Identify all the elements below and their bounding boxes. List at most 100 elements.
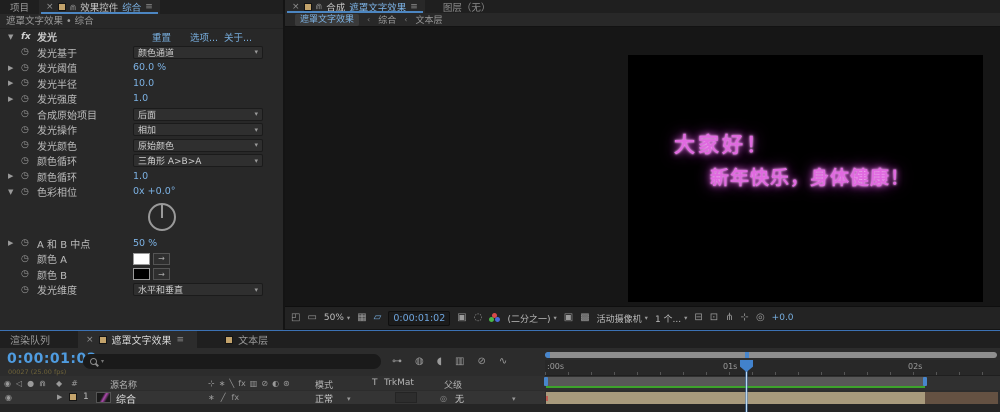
color-swatch[interactable]	[133, 268, 150, 281]
expander-icon[interactable]: ▶	[8, 95, 21, 103]
snapshot-views-icon[interactable]: ◰	[291, 313, 300, 323]
effects-switch-icon[interactable]: fx	[232, 393, 240, 402]
expander-icon[interactable]: ▼	[8, 188, 21, 196]
graph-editor-icon[interactable]: ∿	[499, 356, 507, 367]
time-navigator-bar[interactable]	[545, 352, 997, 358]
show-snapshot-icon[interactable]: ◌	[474, 313, 483, 323]
stopwatch-icon[interactable]: ◷	[21, 63, 37, 73]
about-link[interactable]: 关于...	[224, 30, 252, 44]
property-value[interactable]: 1.0	[133, 171, 148, 182]
work-area-bar[interactable]	[546, 377, 925, 386]
property-dropdown[interactable]: 颜色通道 ▾	[133, 45, 263, 59]
column-mode[interactable]: 模式	[315, 378, 333, 391]
close-icon[interactable]: ×	[292, 2, 300, 12]
tab-text-layer-comp[interactable]: 文本层	[225, 332, 268, 347]
time-ruler[interactable]: :00s 01s 02s	[545, 360, 1000, 376]
panel-menu-icon[interactable]: ≡	[177, 335, 185, 345]
panel-menu-icon[interactable]: ≡	[145, 2, 153, 12]
property-dropdown[interactable]: 后面 ▾	[133, 107, 263, 121]
stopwatch-icon[interactable]: ◷	[21, 94, 37, 104]
stopwatch-icon[interactable]: ◷	[21, 125, 37, 135]
magnification-select[interactable]: 50% ▾	[324, 313, 350, 323]
breadcrumb-parent[interactable]: 综合	[378, 13, 396, 26]
view-layout-icon[interactable]: ⊟	[694, 313, 702, 323]
property-dropdown[interactable]: 三角形 A>B>A ▾	[133, 154, 263, 168]
options-link[interactable]: 选项...	[190, 30, 218, 44]
expander-icon[interactable]: ▶	[8, 172, 21, 180]
expander-icon[interactable]: ▼	[8, 33, 21, 41]
timeline-search-input[interactable]: ▾	[83, 354, 381, 369]
snapshot-camera-icon[interactable]: ▣	[457, 313, 466, 323]
column-t[interactable]: T	[372, 378, 378, 388]
tab-effect-controls[interactable]: × ⋒ 效果控件 综合 ≡	[39, 0, 160, 14]
stopwatch-icon[interactable]: ◷	[21, 285, 37, 295]
audio-icon[interactable]: ◁	[16, 379, 22, 388]
layer-visibility-eye-icon[interactable]: ◉	[5, 393, 12, 402]
breadcrumb-leaf[interactable]: 文本层	[415, 13, 442, 26]
grid-guides-icon[interactable]: ▦	[357, 313, 366, 323]
glow-effect-header[interactable]: ▼ fx 发光 重置 选项... 关于...	[0, 29, 283, 45]
eyedropper-icon[interactable]: →	[153, 268, 170, 281]
expander-icon[interactable]: ▶	[8, 79, 21, 87]
pickwhip-icon[interactable]: ◎	[440, 394, 447, 403]
lock-icon[interactable]: ⋒	[39, 379, 46, 388]
transparency-grid-icon[interactable]: ▩	[580, 313, 589, 323]
property-dropdown[interactable]: 水平和垂直 ▾	[133, 283, 263, 297]
mini-flowchart-icon[interactable]: ⊹	[741, 313, 749, 323]
column-source-name[interactable]: 源名称	[110, 378, 137, 391]
comp-mini-flowchart-icon[interactable]: ⊶	[392, 356, 402, 367]
close-icon[interactable]: ×	[46, 2, 54, 12]
stopwatch-icon[interactable]: ◷	[21, 238, 37, 248]
work-area-end-handle[interactable]	[923, 377, 927, 386]
stopwatch-icon[interactable]: ◷	[21, 47, 37, 57]
motion-blur-icon[interactable]: ⊘	[477, 356, 485, 367]
stopwatch-icon[interactable]: ◷	[21, 109, 37, 119]
work-area-start-handle[interactable]	[544, 377, 548, 386]
expander-icon[interactable]: ▶	[8, 239, 21, 247]
eyedropper-icon[interactable]: →	[153, 252, 170, 265]
stopwatch-icon[interactable]: ◷	[21, 254, 37, 264]
close-icon[interactable]: ×	[86, 335, 94, 345]
breadcrumb-current[interactable]: 遮罩文字效果	[295, 13, 360, 26]
column-trkmat[interactable]: TrkMat	[384, 378, 414, 388]
property-dropdown[interactable]: 原始颜色 ▾	[133, 138, 263, 152]
collapse-switch-icon[interactable]: ∗	[208, 393, 215, 402]
property-value[interactable]: 10.0	[133, 78, 154, 89]
tab-project[interactable]: 项目	[0, 0, 39, 14]
navigator-start-handle[interactable]	[545, 352, 550, 358]
stopwatch-icon[interactable]: ◷	[21, 140, 37, 150]
channels-icon[interactable]	[489, 313, 501, 323]
frame-blend-icon[interactable]: ▥	[455, 356, 464, 367]
tab-active-comp[interactable]: × 遮罩文字效果 ≡	[78, 331, 198, 348]
flowchart-icon[interactable]: ⋔	[725, 313, 733, 323]
stopwatch-icon[interactable]: ◷	[21, 156, 37, 166]
tab-render-queue[interactable]: 渲染队列	[0, 332, 64, 347]
monitor-icon[interactable]: ▭	[307, 313, 316, 323]
tab-composition[interactable]: × ⋒ 合成 遮罩文字效果 ≡	[285, 0, 425, 14]
color-swatch[interactable]	[133, 252, 150, 265]
property-value[interactable]: 1.0	[133, 93, 148, 104]
reset-link[interactable]: 重置	[152, 30, 171, 44]
layer-expander-icon[interactable]: ▶	[57, 393, 62, 401]
roi-icon[interactable]: ▱	[374, 313, 382, 323]
layer-row[interactable]: ◉ ▶ 1 综合 ∗ ╱ fx 正常 ▾ ◎ 无 ▾	[0, 391, 545, 406]
video-eye-icon[interactable]: ◉	[4, 379, 11, 388]
stopwatch-icon[interactable]: ◷	[21, 171, 37, 181]
tab-layer-panel[interactable]: 图层（无）	[443, 0, 491, 14]
preview-frame-icon[interactable]: ⊡	[710, 313, 718, 323]
solo-icon[interactable]: ●	[27, 379, 34, 388]
exposure-gear-icon[interactable]: ◎	[756, 313, 765, 323]
property-value[interactable]: 60.0 %	[133, 62, 166, 73]
layer-duration-bar[interactable]	[546, 392, 998, 404]
preview-timecode[interactable]: 0:00:01:02	[388, 310, 451, 326]
viewer-canvas[interactable]: 大家好！ 新年快乐，身体健康！	[285, 27, 1000, 306]
column-parent[interactable]: 父级	[444, 378, 462, 391]
resolution-select[interactable]: (二分之一) ▾	[507, 312, 556, 325]
stopwatch-icon[interactable]: ◷	[21, 269, 37, 279]
shy-icon[interactable]: ◖	[437, 356, 442, 367]
property-value[interactable]: 50 %	[133, 238, 157, 249]
trkmat-cell[interactable]	[395, 392, 417, 403]
property-dropdown[interactable]: 相加 ▾	[133, 123, 263, 137]
property-value[interactable]: 0x +0.0°	[133, 186, 176, 197]
color-phase-dial[interactable]	[148, 202, 176, 231]
